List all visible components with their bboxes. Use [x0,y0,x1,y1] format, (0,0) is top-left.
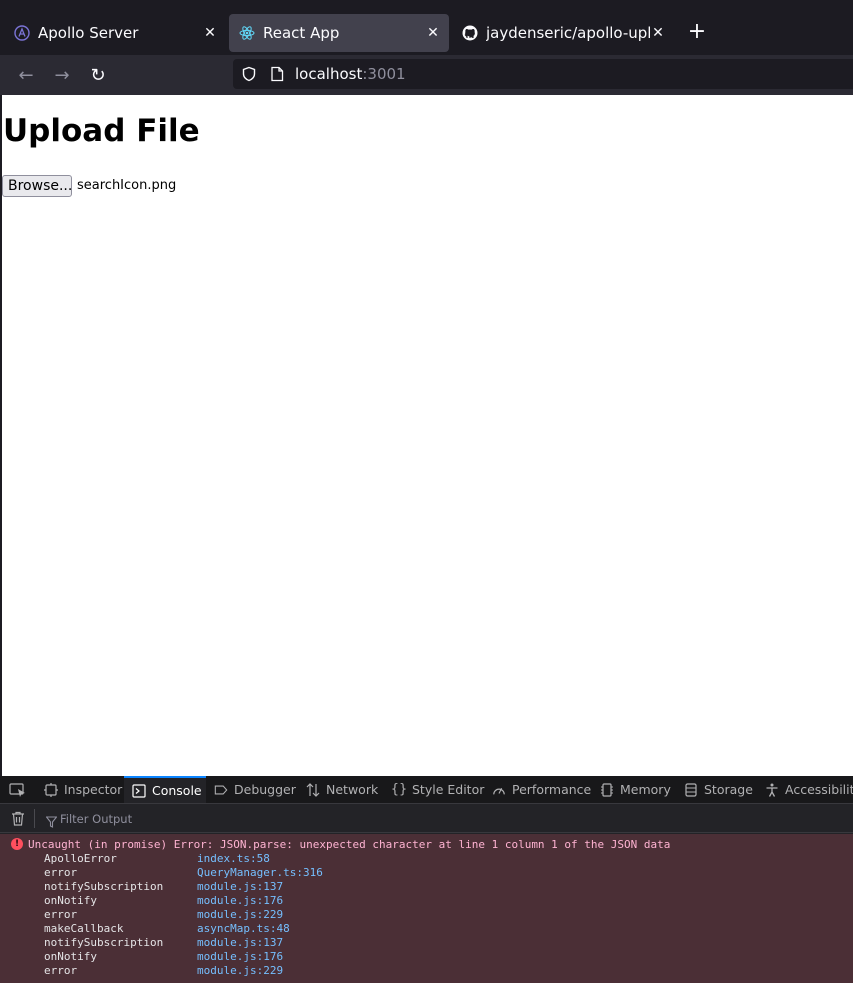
devtools-tab-network[interactable]: Network [306,776,378,803]
tab-react-app[interactable]: React App ✕ [229,14,449,52]
console-icon [132,783,146,798]
braces-icon: {} [390,782,408,797]
devtools-tab-debugger[interactable]: Debugger [214,776,296,803]
tab-title: React App [263,24,340,42]
frame-function: onNotify [44,894,97,907]
shield-icon[interactable] [241,66,257,82]
devtools-tab-console[interactable]: Console [124,776,206,803]
frame-location-link[interactable]: index.ts:58 [197,852,270,866]
page-title: Upload File [3,113,200,149]
accessibility-icon [765,783,779,797]
frame-function: notifySubscription [44,936,164,949]
devtools-tab-label: Network [326,782,379,797]
devtools-tab-label: Accessibility [785,782,853,797]
url-text[interactable]: localhost:3001 [295,65,406,83]
frame-location-link[interactable]: module.js:229 [197,908,283,922]
apollo-icon [14,25,30,41]
filter-icon [45,813,58,828]
frame-location-link[interactable]: module.js:176 [197,894,283,908]
browse-button[interactable]: Browse... [2,175,72,197]
toolbar-divider [34,809,35,828]
url-host: localhost [295,65,363,83]
frame-location-link[interactable]: module.js:176 [197,950,283,964]
devtools-tab-memory[interactable]: Memory [600,776,671,803]
url-port: :3001 [362,65,406,83]
frame-function: notifySubscription [44,880,164,893]
frame-location-link[interactable]: module.js:137 [197,936,283,950]
forward-arrow-icon[interactable]: → [51,65,73,87]
stack-frame: notifySubscription module.js:137 [44,880,323,894]
frame-function: onNotify [44,950,97,963]
page-icon[interactable] [270,66,284,82]
trash-icon[interactable] [11,811,25,826]
react-icon [239,25,255,41]
debugger-icon [214,783,228,797]
stack-trace: ApolloError index.ts:58 error QueryManager… [44,852,323,978]
tab-apollo-server[interactable]: Apollo Server ✕ [4,14,226,52]
devtools-tab-label: Storage [704,782,753,797]
stack-frame: error module.js:229 [44,964,323,978]
network-icon [306,782,320,797]
devtools-tab-accessibility[interactable]: Accessibility [765,776,853,803]
stack-frame: makeCallback asyncMap.ts:48 [44,922,323,936]
devtools-tab-label: Performance [512,782,592,797]
storage-icon [684,782,698,797]
devtools-tab-storage[interactable]: Storage [684,776,753,803]
back-arrow-icon[interactable]: ← [15,65,37,87]
filter-output-input[interactable]: Filter Output [60,812,132,826]
stack-frame: ApolloError index.ts:58 [44,852,323,866]
tab-title: Apollo Server [38,24,139,42]
stack-frame: error module.js:229 [44,908,323,922]
inspector-icon [44,782,58,797]
github-icon [462,25,478,41]
selected-file-name: searchIcon.png [77,178,177,193]
devtools-tab-label: Memory [620,782,671,797]
devtools-tab-label: Console [152,783,202,798]
frame-function: error [44,964,78,977]
frame-location-link[interactable]: module.js:229 [197,964,283,978]
close-tab-icon[interactable]: ✕ [425,25,441,41]
reload-icon[interactable]: ↻ [87,65,109,87]
element-picker-icon[interactable] [9,782,27,798]
tab-github[interactable]: jaydenseric/apollo-upload ✕ [452,14,674,52]
memory-icon [600,782,614,797]
page-viewport [2,95,853,776]
frame-location-link[interactable]: module.js:137 [197,880,283,894]
stack-frame: notifySubscription module.js:137 [44,936,323,950]
frame-function: error [44,866,78,879]
devtools-tab-label: Debugger [234,782,296,797]
error-icon: ! [11,838,23,850]
devtools-tab-label: Style Editor [412,782,485,797]
stack-frame: onNotify module.js:176 [44,950,323,964]
devtools-tab-inspector[interactable]: Inspector [44,776,122,803]
devtools-tab-style-editor[interactable]: {} Style Editor [390,776,485,803]
frame-location-link[interactable]: asyncMap.ts:48 [197,922,290,936]
frame-function: error [44,908,78,921]
error-text[interactable]: Uncaught (in promise) Error: JSON.parse:… [28,838,670,851]
stack-frame: onNotify module.js:176 [44,894,323,908]
new-tab-button[interactable]: + [686,21,708,44]
close-tab-icon[interactable]: ✕ [650,25,666,41]
frame-function: makeCallback [44,922,124,935]
devtools-tab-label: Inspector [64,782,123,797]
stack-frame: error QueryManager.ts:316 [44,866,323,880]
frame-location-link[interactable]: QueryManager.ts:316 [197,866,323,880]
tab-title: jaydenseric/apollo-upload [486,24,650,42]
close-tab-icon[interactable]: ✕ [202,25,218,41]
frame-function: ApolloError [44,852,117,865]
devtools-tab-performance[interactable]: Performance [492,776,591,803]
performance-icon [492,783,506,797]
